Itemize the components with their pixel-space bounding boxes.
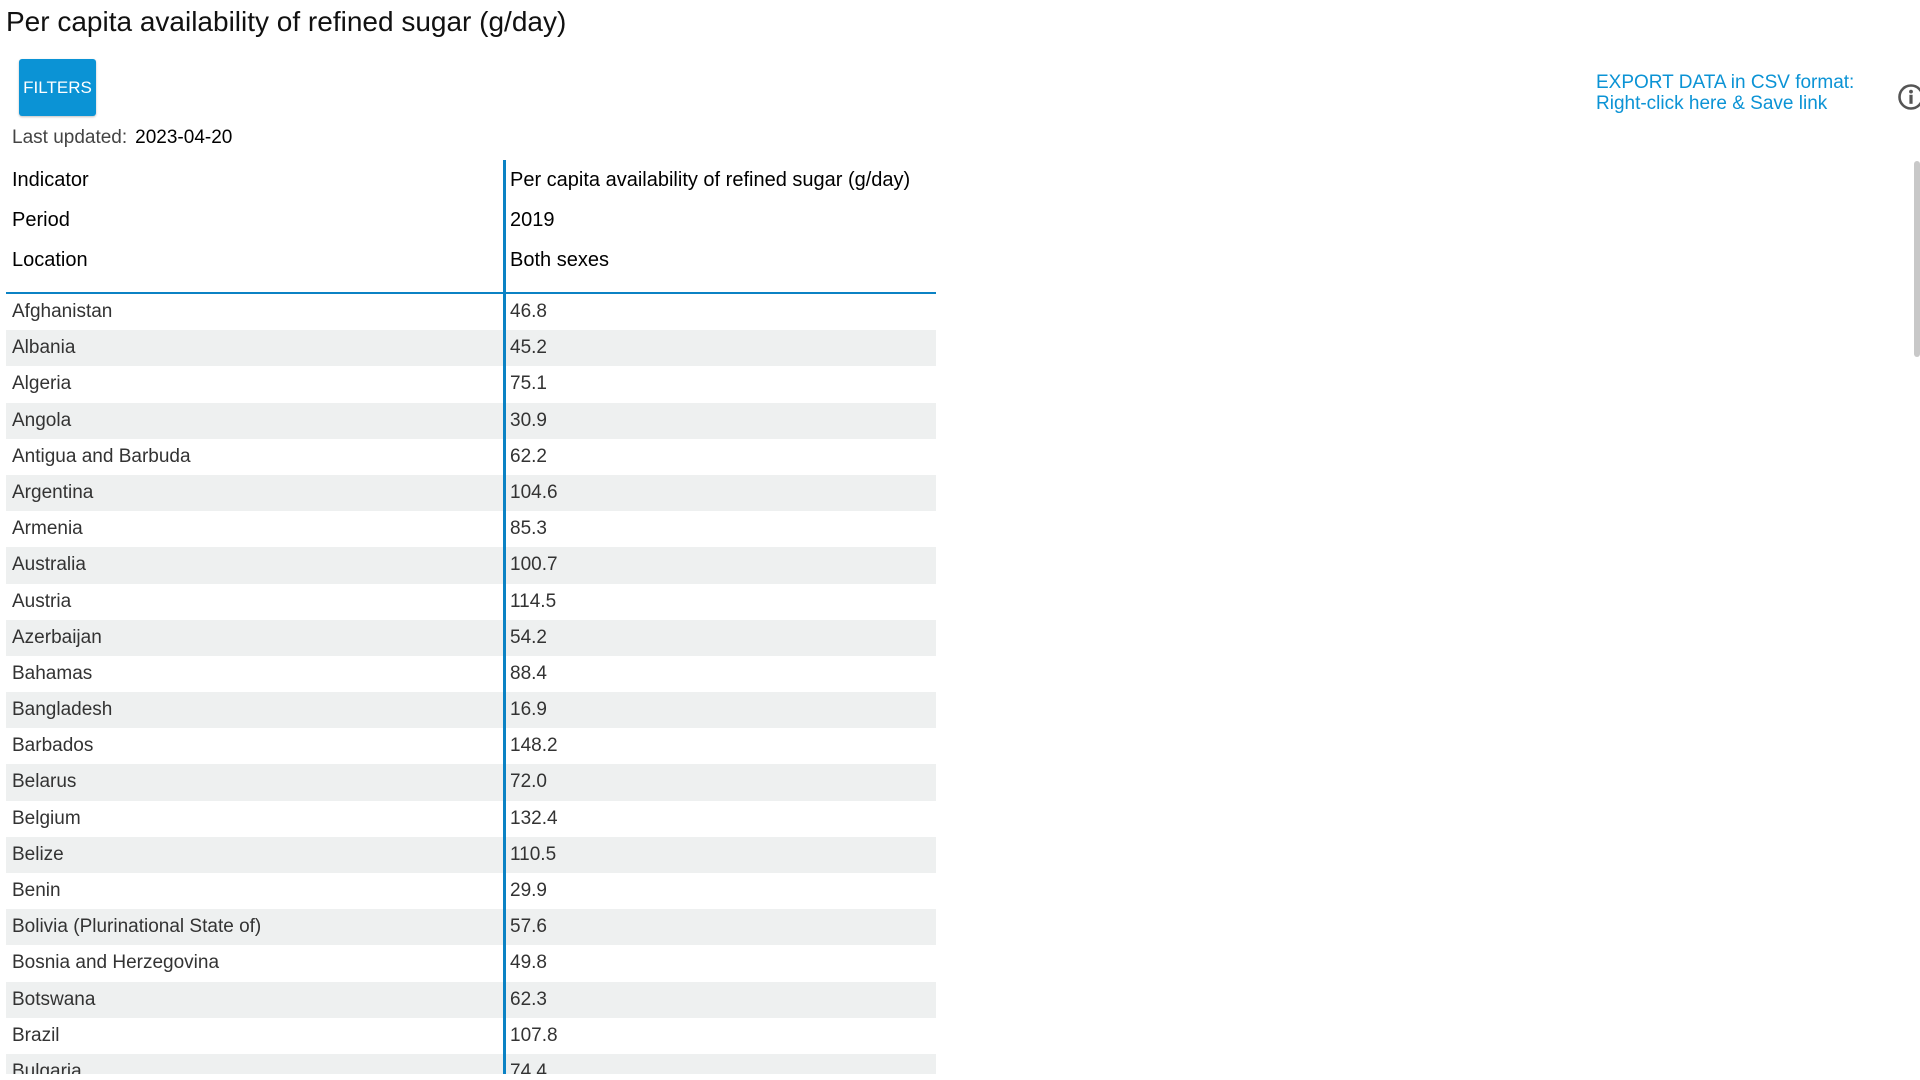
header-label: Location xyxy=(12,249,88,271)
table-row: Angola 30.9 xyxy=(6,402,936,439)
country-cell: Angola xyxy=(12,409,72,431)
value-cell: 45.2 xyxy=(510,337,547,359)
country-cell: Algeria xyxy=(12,373,72,395)
table-header: Indicator Per capita availability of ref… xyxy=(6,160,936,292)
last-updated-label: Last updated: xyxy=(12,127,128,148)
header-row-period: Period 2019 xyxy=(6,200,936,240)
header-label: Indicator xyxy=(12,169,89,191)
value-cell: 54.2 xyxy=(510,626,547,648)
value-cell: 72.0 xyxy=(510,771,547,793)
value-cell: 148.2 xyxy=(510,735,558,757)
table-row: Belarus 72.0 xyxy=(6,764,936,801)
header-value: Per capita availability of refined sugar… xyxy=(510,169,911,191)
table-row: Bosnia and Herzegovina 49.8 xyxy=(6,945,936,981)
country-cell: Armenia xyxy=(12,518,83,540)
table-row: Argentina 104.6 xyxy=(6,474,936,512)
country-cell: Bulgaria xyxy=(12,1060,82,1074)
export-csv-link[interactable]: EXPORT DATA in CSV format: Right-click h… xyxy=(1596,72,1854,114)
page: Per capita availability of refined sugar… xyxy=(0,0,1920,1080)
page-title: Per capita availability of refined sugar… xyxy=(6,6,567,37)
value-cell: 29.9 xyxy=(510,880,547,901)
table-row: Bulgaria 74.4 xyxy=(6,1053,936,1074)
country-cell: Bangladesh xyxy=(12,699,113,721)
table-row: Bolivia (Plurinational State of) 57.6 xyxy=(6,909,936,946)
table-row: Armenia 85.3 xyxy=(6,511,936,547)
country-cell: Bosnia and Herzegovina xyxy=(12,952,220,974)
value-cell: 107.8 xyxy=(510,1024,558,1046)
country-cell: Antigua and Barbuda xyxy=(12,445,191,467)
value-cell: 16.9 xyxy=(510,699,547,721)
header-label: Period xyxy=(12,209,70,231)
table-row: Albania 45.2 xyxy=(6,330,936,367)
table-row: Austria 114.5 xyxy=(6,584,936,620)
country-cell: Barbados xyxy=(12,735,94,757)
country-cell: Afghanistan xyxy=(12,301,113,322)
value-cell: 62.2 xyxy=(510,445,547,467)
value-cell: 75.1 xyxy=(510,373,547,395)
table-row: Bangladesh 16.9 xyxy=(6,692,936,729)
value-cell: 49.8 xyxy=(510,952,547,974)
info-icon[interactable] xyxy=(1897,83,1920,111)
column-divider xyxy=(503,160,506,1074)
value-cell: 88.4 xyxy=(510,662,547,684)
country-cell: Albania xyxy=(12,337,76,359)
value-cell: 104.6 xyxy=(510,481,558,503)
export-link-line1: EXPORT DATA in CSV format: xyxy=(1596,72,1855,93)
value-cell: 114.5 xyxy=(510,590,557,612)
country-cell: Azerbaijan xyxy=(12,626,102,648)
table-row: Barbados 148.2 xyxy=(6,728,936,764)
country-cell: Botswana xyxy=(12,988,96,1010)
value-cell: 57.6 xyxy=(510,916,547,938)
table-row: Azerbaijan 54.2 xyxy=(6,619,936,656)
header-value: 2019 xyxy=(510,209,555,231)
scrollbar-thumb[interactable] xyxy=(1914,161,1920,357)
table-row: Botswana 62.3 xyxy=(6,981,936,1018)
table-row: Belgium 132.4 xyxy=(6,801,936,837)
last-updated-value: 2023-04-20 xyxy=(135,127,233,148)
value-cell: 46.8 xyxy=(510,301,547,322)
table-body: Afghanistan 46.8 Albania 45.2 Algeria 75.1 … xyxy=(6,294,936,1074)
country-cell: Benin xyxy=(12,880,61,901)
table-row: Benin 29.9 xyxy=(6,873,936,909)
header-row-indicator: Indicator Per capita availability of ref… xyxy=(6,160,936,200)
value-cell: 74.4 xyxy=(510,1060,547,1074)
country-cell: Belgium xyxy=(12,807,81,829)
value-cell: 100.7 xyxy=(510,554,558,576)
country-cell: Belarus xyxy=(12,771,77,793)
last-updated: Last updated: 2023-04-20 xyxy=(12,126,232,150)
country-cell: Australia xyxy=(12,554,86,576)
table-row: Australia 100.7 xyxy=(6,547,936,584)
value-cell: 30.9 xyxy=(510,409,547,431)
export-link-line2: Right-click here & Save link xyxy=(1596,93,1828,114)
country-cell: Bolivia (Plurinational State of) xyxy=(12,916,262,938)
value-cell: 110.5 xyxy=(510,843,557,865)
value-cell: 85.3 xyxy=(510,518,547,540)
country-cell: Austria xyxy=(12,590,72,612)
value-cell: 132.4 xyxy=(510,807,558,829)
table-row: Afghanistan 46.8 xyxy=(6,294,936,330)
data-table: Indicator Per capita availability of ref… xyxy=(6,160,936,1074)
country-cell: Bahamas xyxy=(12,662,93,684)
country-cell: Belize xyxy=(12,843,64,865)
table-row: Bahamas 88.4 xyxy=(6,656,936,692)
table-row: Algeria 75.1 xyxy=(6,366,936,402)
country-cell: Argentina xyxy=(12,481,94,503)
table-row: Brazil 107.8 xyxy=(6,1018,936,1054)
table-row: Belize 110.5 xyxy=(6,836,936,873)
header-row-location: Location Both sexes xyxy=(6,240,936,280)
country-cell: Brazil xyxy=(12,1024,60,1046)
table-row: Antigua and Barbuda 62.2 xyxy=(6,439,936,475)
value-cell: 62.3 xyxy=(510,988,547,1010)
filters-button[interactable]: FILTERS xyxy=(19,59,96,116)
header-value: Both sexes xyxy=(510,249,609,271)
